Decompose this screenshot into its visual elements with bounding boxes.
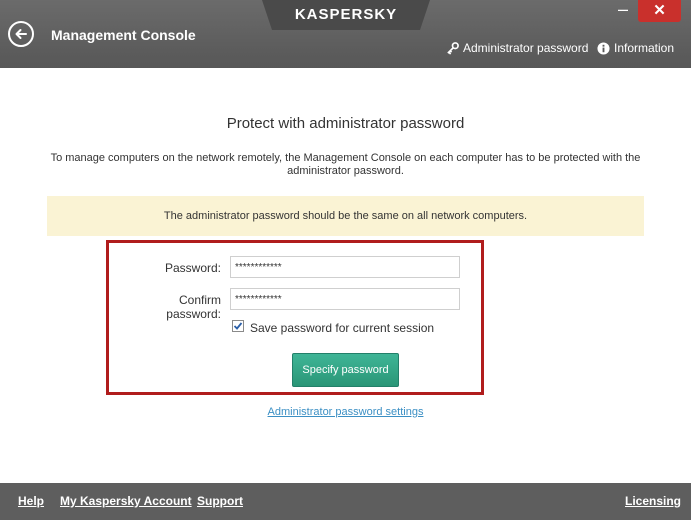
- notice-banner: The administrator password should be the…: [47, 196, 644, 236]
- licensing-link[interactable]: Licensing: [625, 494, 681, 508]
- help-link[interactable]: Help: [18, 494, 44, 508]
- brand-logo-text: KASPERSKY: [294, 6, 398, 23]
- password-field[interactable]: [230, 256, 460, 278]
- brand-logo: KASPERSKY: [262, 0, 430, 30]
- confirm-password-field[interactable]: [230, 288, 460, 310]
- password-settings-link[interactable]: Administrator password settings: [0, 406, 691, 418]
- admin-password-label: Administrator password: [463, 41, 589, 55]
- close-button[interactable]: ✕: [638, 0, 681, 22]
- arrow-left-icon: [15, 29, 27, 39]
- window-title: Management Console: [51, 27, 196, 43]
- key-icon: [447, 41, 459, 55]
- password-label: Password:: [164, 261, 221, 275]
- save-session-checkbox[interactable]: [232, 320, 244, 332]
- title-bar: Management Console KASPERSKY – ✕ Adminis…: [0, 0, 691, 68]
- support-link[interactable]: Support: [197, 494, 243, 508]
- minimize-button[interactable]: –: [608, 0, 638, 22]
- back-button[interactable]: [8, 21, 34, 47]
- notice-text: The administrator password should be the…: [163, 210, 528, 222]
- my-account-link[interactable]: My Kaspersky Account: [60, 494, 192, 508]
- check-icon: [233, 322, 243, 330]
- admin-password-link[interactable]: Administrator password: [446, 41, 588, 55]
- specify-password-button[interactable]: Specify password: [292, 353, 399, 387]
- page-heading: Protect with administrator password: [226, 115, 465, 132]
- page-description: To manage computers on the network remot…: [50, 152, 641, 177]
- save-session-label[interactable]: Save password for current session: [250, 321, 434, 335]
- footer-bar: Help My Kaspersky Account Support Licens…: [0, 483, 691, 520]
- confirm-password-label: Confirm password:: [166, 293, 221, 321]
- information-label: Information: [614, 41, 675, 55]
- information-link[interactable]: Information: [597, 41, 674, 55]
- info-icon: [597, 41, 610, 55]
